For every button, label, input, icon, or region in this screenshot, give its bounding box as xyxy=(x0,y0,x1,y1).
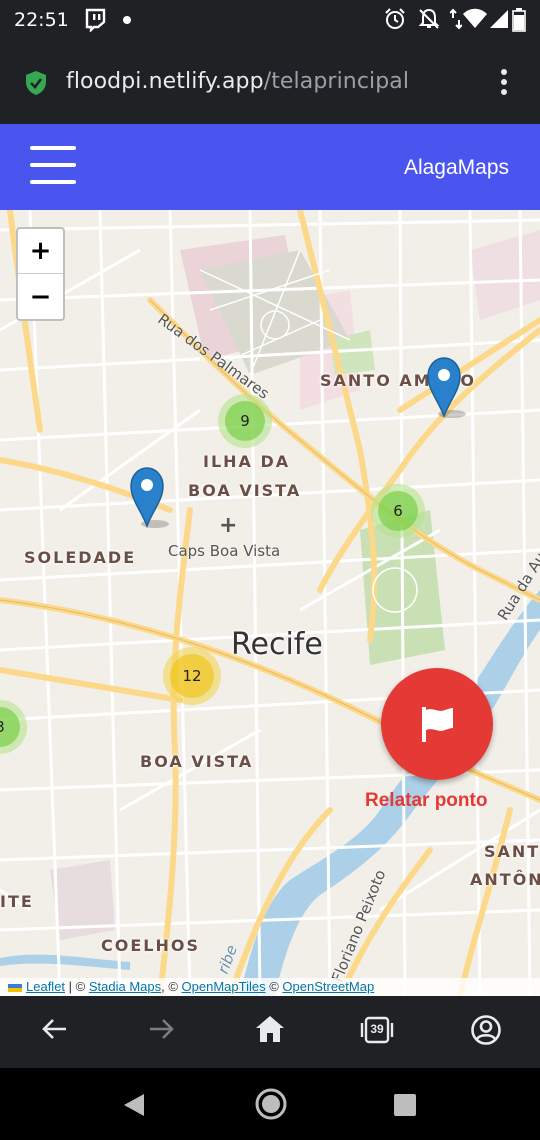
report-point-button[interactable] xyxy=(381,668,493,780)
map-pin-icon[interactable] xyxy=(129,466,169,528)
tab-switcher-button[interactable]: 39 xyxy=(360,1014,394,1046)
cluster-count: 6 xyxy=(378,491,418,531)
shield-check-icon xyxy=(26,71,46,95)
cluster-count: 3 xyxy=(0,707,20,747)
district-label-ilha-line1: ILHA DA xyxy=(203,452,291,471)
url-host: floodpi.netlify.app xyxy=(66,69,264,94)
system-navigation-bar xyxy=(0,1068,540,1140)
browser-url-bar[interactable]: floodpi.netlify.app/telaprincipal xyxy=(0,40,540,124)
map-pin-icon[interactable] xyxy=(426,356,466,418)
district-label-santo-antonio-1: SANT xyxy=(484,842,540,861)
district-label-boa-vista: BOA VISTA xyxy=(140,752,254,771)
district-label-santo-antonio-2: ANTÔN xyxy=(470,870,540,889)
openstreetmap-link[interactable]: OpenStreetMap xyxy=(282,979,374,994)
more-vert-icon[interactable] xyxy=(498,68,510,96)
signal-icon xyxy=(490,10,508,28)
attrib-separator: | © xyxy=(65,979,89,994)
attrib-separator: , © xyxy=(161,979,182,994)
tabs-count: 39 xyxy=(370,1022,384,1036)
zoom-control: + − xyxy=(16,227,65,321)
zoom-out-button[interactable]: − xyxy=(18,274,63,319)
stadia-link[interactable]: Stadia Maps xyxy=(89,979,161,994)
cluster-count: 12 xyxy=(170,654,214,698)
url-text[interactable]: floodpi.netlify.app/telaprincipal xyxy=(66,69,409,94)
district-label-coelhos: COELHOS xyxy=(101,936,200,955)
leaflet-link[interactable]: Leaflet xyxy=(26,979,65,994)
district-label-ilha-line2: BOA VISTA xyxy=(188,481,302,500)
report-point-label[interactable]: Relatar ponto xyxy=(365,790,487,812)
notification-dot-icon xyxy=(123,16,131,24)
hamburger-menu-icon[interactable] xyxy=(30,146,76,186)
attrib-separator: © xyxy=(265,979,283,994)
map-view[interactable]: + − Rua dos Palmares SANTO AMARO ILHA DA… xyxy=(0,210,540,996)
account-circle-icon[interactable] xyxy=(470,1014,502,1046)
browser-bottom-bar: 39 xyxy=(0,996,540,1068)
square-recents-icon[interactable] xyxy=(393,1093,417,1117)
ukraine-flag-icon xyxy=(8,983,22,992)
home-icon[interactable] xyxy=(254,1014,286,1044)
url-path: /telaprincipal xyxy=(263,69,410,94)
marker-cluster[interactable]: 12 xyxy=(163,647,221,705)
flag-icon xyxy=(422,707,453,742)
poi-label-caps: Caps Boa Vista xyxy=(168,542,281,560)
triangle-back-icon[interactable] xyxy=(122,1092,146,1118)
district-label-soledade: SOLEDADE xyxy=(24,548,137,567)
marker-cluster[interactable]: 6 xyxy=(371,484,425,538)
cluster-count: 9 xyxy=(225,401,265,441)
twitch-icon xyxy=(85,8,106,32)
map-tiles[interactable] xyxy=(0,210,540,996)
app-bar: AlagaMaps xyxy=(0,124,540,210)
openmaptiles-link[interactable]: OpenMapTiles xyxy=(182,979,266,994)
circle-home-icon[interactable] xyxy=(254,1087,288,1121)
zoom-in-button[interactable]: + xyxy=(18,229,63,274)
data-arrows-icon xyxy=(450,8,462,30)
alarm-icon xyxy=(385,8,405,29)
plus-icon: + xyxy=(219,513,238,538)
city-label-recife: Recife xyxy=(231,627,323,662)
map-attribution: Leaflet | © Stadia Maps, © OpenMapTiles … xyxy=(0,978,540,996)
clock: 22:51 xyxy=(14,9,69,31)
marker-cluster[interactable]: 9 xyxy=(218,394,272,448)
arrow-forward-icon[interactable] xyxy=(146,1014,176,1044)
battery-icon xyxy=(512,8,526,32)
district-label-ite: ITE xyxy=(0,892,34,911)
notifications-off-icon xyxy=(418,8,440,29)
app-title: AlagaMaps xyxy=(403,156,509,179)
status-bar: 22:51 xyxy=(0,0,540,40)
arrow-back-icon[interactable] xyxy=(40,1014,70,1044)
wifi-icon xyxy=(463,8,487,28)
